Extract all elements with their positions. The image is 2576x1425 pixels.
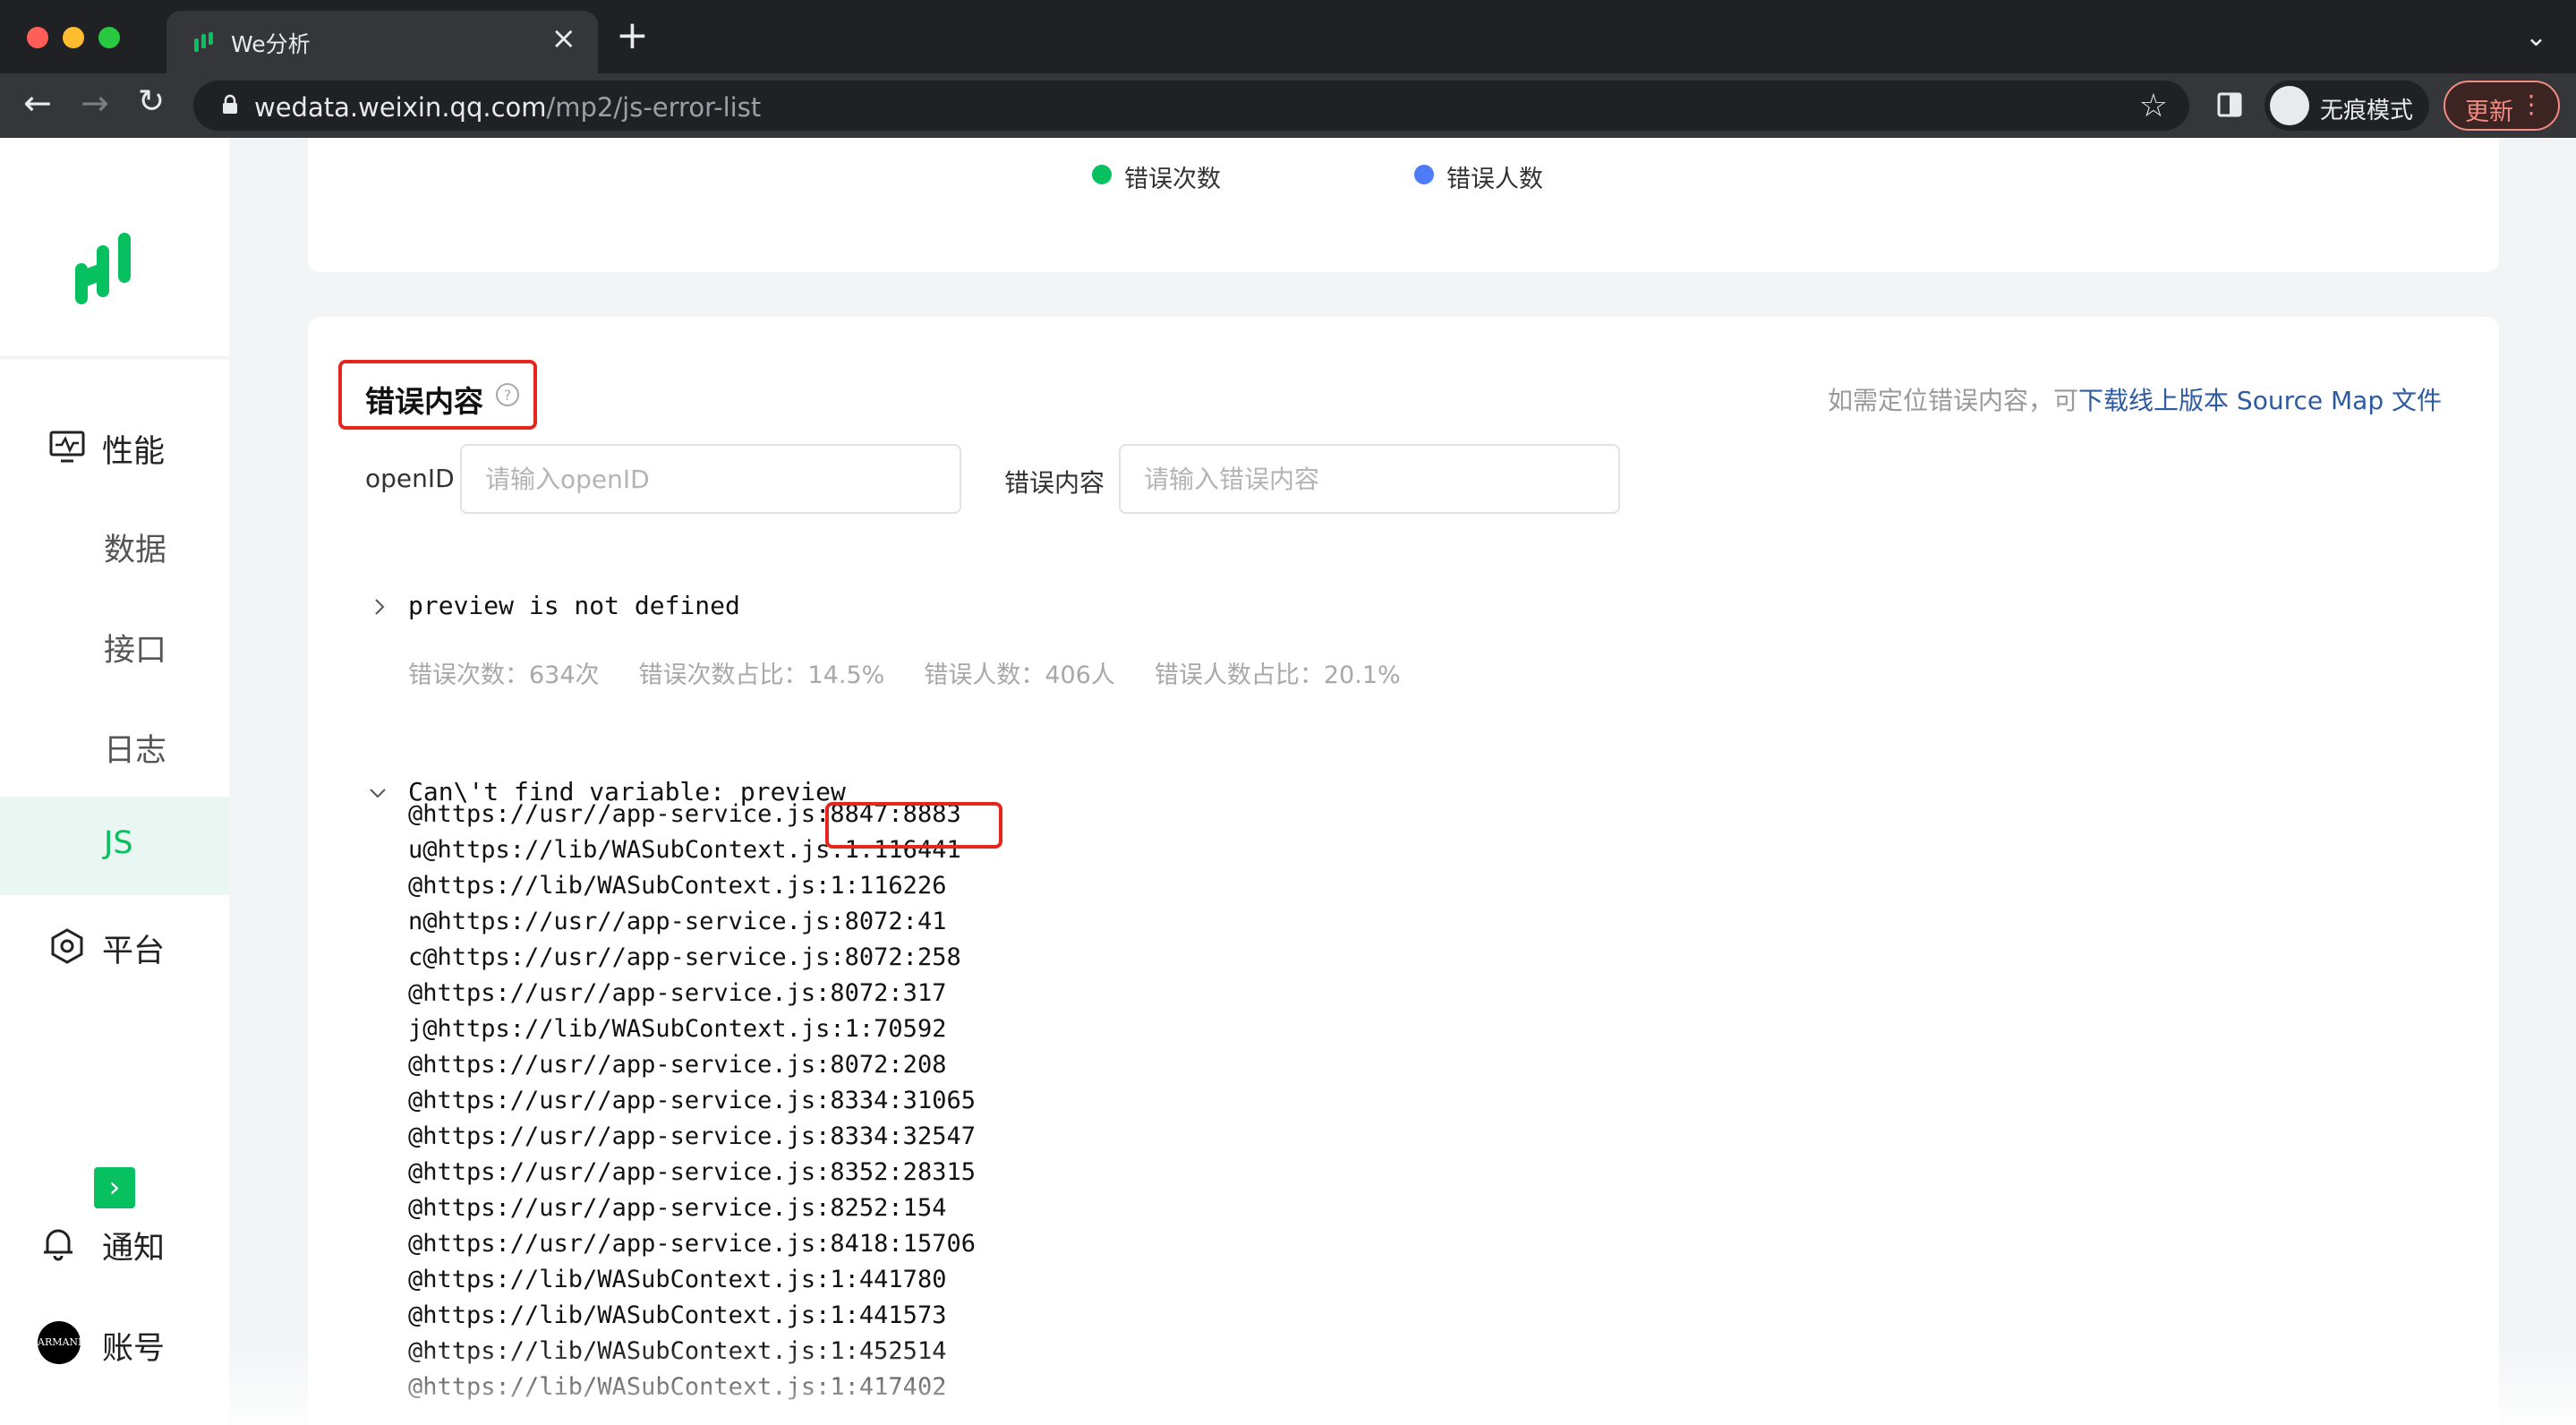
- legend-error-users[interactable]: 错误人数: [1446, 159, 1543, 194]
- more-menu-icon[interactable]: ⋮: [2519, 90, 2544, 119]
- section-title: 错误内容: [365, 384, 483, 419]
- wedata-favicon-icon: [194, 32, 213, 52]
- sidebar-item-api[interactable]: 接口: [0, 596, 229, 695]
- sidebar-item-notifications[interactable]: 通知: [0, 1194, 229, 1293]
- sidebar-item-label: 账号: [102, 1331, 166, 1367]
- error-content-card: 错误内容 ? 如需定位错误内容，可下载线上版本 Source Map 文件 op…: [308, 317, 2499, 1425]
- stack-frame: @https://lib/WASubContext.js:1:116226: [408, 872, 947, 900]
- sidebar-item-platform[interactable]: 平台: [0, 897, 229, 995]
- chevron-down-icon[interactable]: [367, 782, 388, 804]
- openid-input[interactable]: [460, 444, 961, 514]
- sidebar-scroll-divider: [0, 356, 229, 362]
- sidebar-item-label: 通知: [102, 1231, 166, 1267]
- sidebar-item-label: 数据: [104, 533, 167, 568]
- monitor-icon: [49, 431, 85, 463]
- tab-title: We分析: [231, 31, 311, 57]
- update-button[interactable]: 更新 ⋮: [2444, 81, 2560, 131]
- stack-frame: @https://usr//app-service.js:8334:32547: [408, 1122, 976, 1150]
- minimize-window-button[interactable]: [63, 27, 84, 48]
- bookmark-star-icon[interactable]: ☆: [2139, 88, 2168, 124]
- stack-frame: @https://lib/WASubContext.js:1:452514: [408, 1337, 947, 1365]
- stat-error-count-ratio: 错误次数占比：14.5%: [638, 661, 885, 689]
- stack-frame: n@https://usr//app-service.js:8072:41: [408, 908, 947, 935]
- stack-frame: @https://usr//app-service.js:8072:208: [408, 1051, 947, 1079]
- legend-dot-error-count: [1092, 165, 1112, 184]
- source-map-hint: 如需定位错误内容，可下载线上版本 Source Map 文件: [1828, 386, 2442, 415]
- sidebar-item-performance[interactable]: 性能: [0, 397, 229, 496]
- sidebar-item-label: JS: [104, 825, 133, 861]
- browser-tab-bar: We分析 × + ⌄: [0, 0, 2576, 73]
- sidebar-item-data[interactable]: 数据: [0, 496, 229, 594]
- legend-error-count[interactable]: 错误次数: [1124, 159, 1221, 194]
- lock-icon: [223, 94, 237, 114]
- highlight-box-line-number: [825, 802, 1002, 849]
- incognito-indicator[interactable]: 无痕模式: [2265, 81, 2429, 131]
- browser-toolbar: ← → ↻ wedata.weixin.qq.com/mp2/js-error-…: [0, 73, 2576, 138]
- sidebar-item-label: 平台: [102, 934, 166, 969]
- close-tab-icon[interactable]: ×: [551, 23, 577, 54]
- chart-card: 错误次数 错误人数: [308, 138, 2499, 272]
- download-source-map-link[interactable]: 下载线上版本 Source Map 文件: [2078, 386, 2442, 415]
- we-analysis-logo-icon[interactable]: [72, 227, 143, 308]
- maximize-window-button[interactable]: [98, 27, 120, 48]
- sidebar-item-label: 性能: [102, 434, 166, 470]
- tab-search-chevron-icon[interactable]: ⌄: [2525, 21, 2547, 53]
- browser-tab[interactable]: We分析 ×: [166, 11, 598, 73]
- error-message[interactable]: preview is not defined: [408, 591, 740, 620]
- sidebar-item-js[interactable]: JS: [0, 797, 229, 895]
- close-window-button[interactable]: [27, 27, 48, 48]
- stat-error-users: 错误人数：406人: [924, 661, 1115, 689]
- side-panel-icon[interactable]: [2216, 91, 2243, 118]
- help-icon[interactable]: ?: [494, 381, 521, 408]
- error-content-label: 错误内容: [1004, 468, 1105, 498]
- stack-frame: @https://usr//app-service.js:8252:154: [408, 1194, 947, 1222]
- forward-button[interactable]: →: [81, 86, 109, 120]
- stack-frame: c@https://usr//app-service.js:8072:258: [408, 943, 961, 971]
- bell-icon: [44, 1229, 73, 1261]
- error-content-input[interactable]: [1119, 444, 1620, 514]
- sidebar-item-label: 接口: [104, 633, 167, 669]
- stack-trace: @https://usr//app-service.js:8847:8883 u@…: [408, 797, 976, 1405]
- stack-frame: @https://usr//app-service.js:8072:317: [408, 979, 947, 1007]
- avatar: ARMANI: [38, 1321, 81, 1364]
- stack-frame: @https://lib/WASubContext.js:1:441780: [408, 1266, 947, 1293]
- chevron-right-icon[interactable]: [369, 596, 390, 618]
- legend-dot-error-users: [1414, 165, 1434, 184]
- stat-error-count: 错误次数：634次: [408, 661, 600, 689]
- address-bar[interactable]: wedata.weixin.qq.com/mp2/js-error-list ☆: [193, 81, 2189, 131]
- incognito-icon: [2270, 86, 2309, 125]
- stack-frame: j@https://lib/WASubContext.js:1:70592: [408, 1015, 947, 1043]
- openid-label: openID: [365, 464, 455, 493]
- update-label: 更新: [2465, 98, 2513, 126]
- back-button[interactable]: ←: [23, 86, 52, 120]
- sidebar-item-logs[interactable]: 日志: [0, 696, 229, 795]
- url-text: wedata.weixin.qq.com/mp2/js-error-list: [254, 92, 762, 123]
- stat-error-users-ratio: 错误人数占比：20.1%: [1154, 661, 1401, 689]
- sidebar: 性能 数据 接口 日志 JS 平台 › 通知 ARMANI 账号: [0, 138, 229, 1425]
- sidebar-item-label: 日志: [104, 733, 167, 769]
- svg-text:?: ?: [504, 387, 512, 404]
- stack-frame: @https://usr//app-service.js:8334:31065: [408, 1087, 976, 1114]
- stack-frame: @https://usr//app-service.js:8352:28315: [408, 1158, 976, 1186]
- stack-frame: @https://lib/WASubContext.js:1:441573: [408, 1301, 947, 1329]
- stack-frame: @https://usr//app-service.js:8418:15706: [408, 1230, 976, 1258]
- incognito-label: 无痕模式: [2320, 98, 2414, 124]
- new-tab-button[interactable]: +: [616, 16, 649, 55]
- stack-frame: @https://lib/WASubContext.js:1:417402: [408, 1373, 947, 1401]
- reload-button[interactable]: ↻: [138, 86, 165, 118]
- sidebar-item-account[interactable]: ARMANI 账号: [0, 1294, 229, 1393]
- error-stats: 错误次数：634次 错误次数占比：14.5% 错误人数：406人 错误人数占比：20.…: [408, 655, 1440, 690]
- hexagon-icon: [51, 928, 83, 964]
